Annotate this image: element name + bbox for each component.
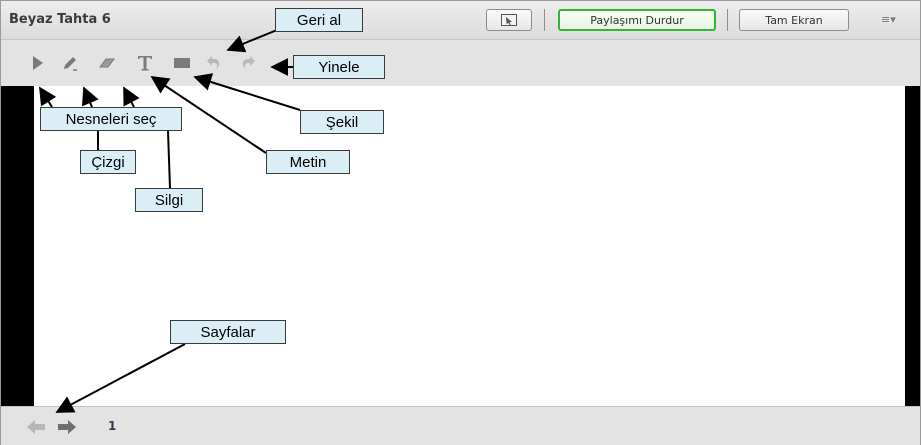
fullscreen-button[interactable]: Tam Ekran bbox=[739, 9, 849, 31]
share-settings-button[interactable] bbox=[486, 9, 532, 31]
callout-sayfalar: Sayfalar bbox=[170, 320, 286, 344]
undo-icon[interactable] bbox=[205, 54, 223, 72]
callout-cizgi: Çizgi bbox=[80, 150, 136, 174]
callout-nesneleri-sec: Nesneleri seç bbox=[40, 107, 182, 131]
toolbar-separator bbox=[727, 9, 728, 31]
next-arrow-icon[interactable] bbox=[57, 419, 77, 435]
share-screen-icon bbox=[501, 14, 517, 26]
toolbar-separator bbox=[544, 9, 545, 31]
callout-yinele: Yinele bbox=[293, 55, 385, 79]
prev-arrow-icon[interactable] bbox=[26, 419, 46, 435]
select-arrow-icon[interactable] bbox=[29, 54, 47, 72]
callout-silgi: Silgi bbox=[135, 188, 203, 212]
whiteboard-stage bbox=[1, 86, 920, 406]
title-bar: Beyaz Tahta 6 Paylaşımı Durdur Tam Ekran… bbox=[1, 1, 920, 40]
callout-metin: Metin bbox=[266, 150, 350, 174]
callout-sekil: Şekil bbox=[300, 110, 384, 134]
drawing-toolbar bbox=[1, 40, 920, 84]
redo-icon[interactable] bbox=[239, 54, 257, 72]
whiteboard-window: Beyaz Tahta 6 Paylaşımı Durdur Tam Ekran… bbox=[0, 0, 921, 445]
page-number: 1 bbox=[108, 419, 117, 433]
callout-geri-al: Geri al bbox=[275, 8, 363, 32]
eraser-icon[interactable] bbox=[98, 54, 116, 72]
whiteboard-canvas[interactable] bbox=[34, 86, 905, 406]
options-menu-icon[interactable]: ≡▾ bbox=[881, 13, 896, 26]
text-tool-icon[interactable] bbox=[136, 54, 154, 72]
stop-sharing-button[interactable]: Paylaşımı Durdur bbox=[558, 9, 716, 31]
page-navigation-bar: 1 bbox=[1, 406, 920, 445]
rectangle-shape-icon[interactable] bbox=[173, 54, 191, 72]
pencil-icon[interactable] bbox=[61, 54, 79, 72]
window-title: Beyaz Tahta 6 bbox=[9, 12, 111, 27]
